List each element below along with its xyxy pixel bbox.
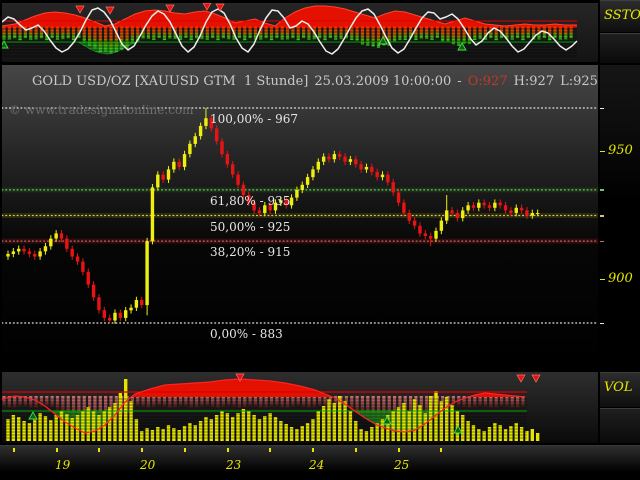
ssto-plot[interactable]	[2, 3, 598, 62]
low-value: L:925	[560, 74, 598, 89]
main-chart-panel[interactable]: GOLD USD/OZ [XAUUSD GTM 1 Stunde] 25.03.2…	[2, 65, 598, 368]
fib-level-tick	[600, 108, 604, 110]
time-tick	[13, 448, 15, 452]
time-tick	[440, 448, 442, 452]
time-tick	[398, 448, 400, 452]
copyright-watermark: © www.tradesignalonline.com	[9, 103, 194, 117]
time-tick	[56, 448, 58, 452]
time-axis-label: 20	[140, 458, 155, 472]
time-tick	[355, 448, 357, 452]
price-axis[interactable]: 950 900	[600, 65, 640, 368]
time-axis-label: 23	[226, 458, 241, 472]
ssto-indicator-label: SSTO	[604, 8, 640, 23]
chart-title: GOLD USD/OZ [XAUUSD GTM 1 Stunde] 25.03.2…	[32, 74, 640, 89]
title-separator: -	[457, 74, 461, 89]
fib-level-tick	[600, 241, 604, 243]
ssto-indicator-tab[interactable]: SSTO	[600, 0, 640, 32]
volume-plot[interactable]	[2, 372, 598, 443]
instrument-label: GOLD USD/OZ [XAUUSD GTM 1 Stunde]	[32, 74, 308, 89]
fib-level-tick	[600, 189, 604, 191]
time-tick	[312, 448, 314, 452]
price-tick	[600, 279, 605, 281]
high-value: H:927	[514, 74, 555, 89]
fib-level-tick	[600, 323, 604, 325]
time-tick	[269, 448, 271, 452]
ssto-axis-box	[600, 33, 640, 63]
time-axis-label: 19	[55, 458, 70, 472]
time-tick	[184, 448, 186, 452]
time-tick	[227, 448, 229, 452]
fib-level-tick	[600, 215, 604, 217]
vol-indicator-tab[interactable]: VOL	[600, 372, 640, 407]
time-tick	[141, 448, 143, 452]
time-tick	[98, 448, 100, 452]
vol-indicator-label: VOL	[604, 380, 632, 395]
price-tick	[600, 151, 605, 153]
ssto-panel[interactable]	[2, 3, 598, 62]
time-axis-label: 25	[394, 458, 409, 472]
price-axis-label: 900	[608, 271, 633, 286]
volume-panel[interactable]	[2, 372, 598, 443]
open-value: O:927	[468, 74, 508, 89]
price-axis-label: 950	[608, 143, 633, 158]
chart-window: GOLD USD/OZ [XAUUSD GTM 1 Stunde] 25.03.2…	[0, 0, 640, 480]
bar-timestamp: 25.03.2009 10:00:00	[314, 74, 451, 89]
time-axis-label: 24	[309, 458, 324, 472]
vol-axis-box	[600, 408, 640, 443]
time-axis[interactable]: 19 20 23 24 25	[0, 445, 640, 480]
